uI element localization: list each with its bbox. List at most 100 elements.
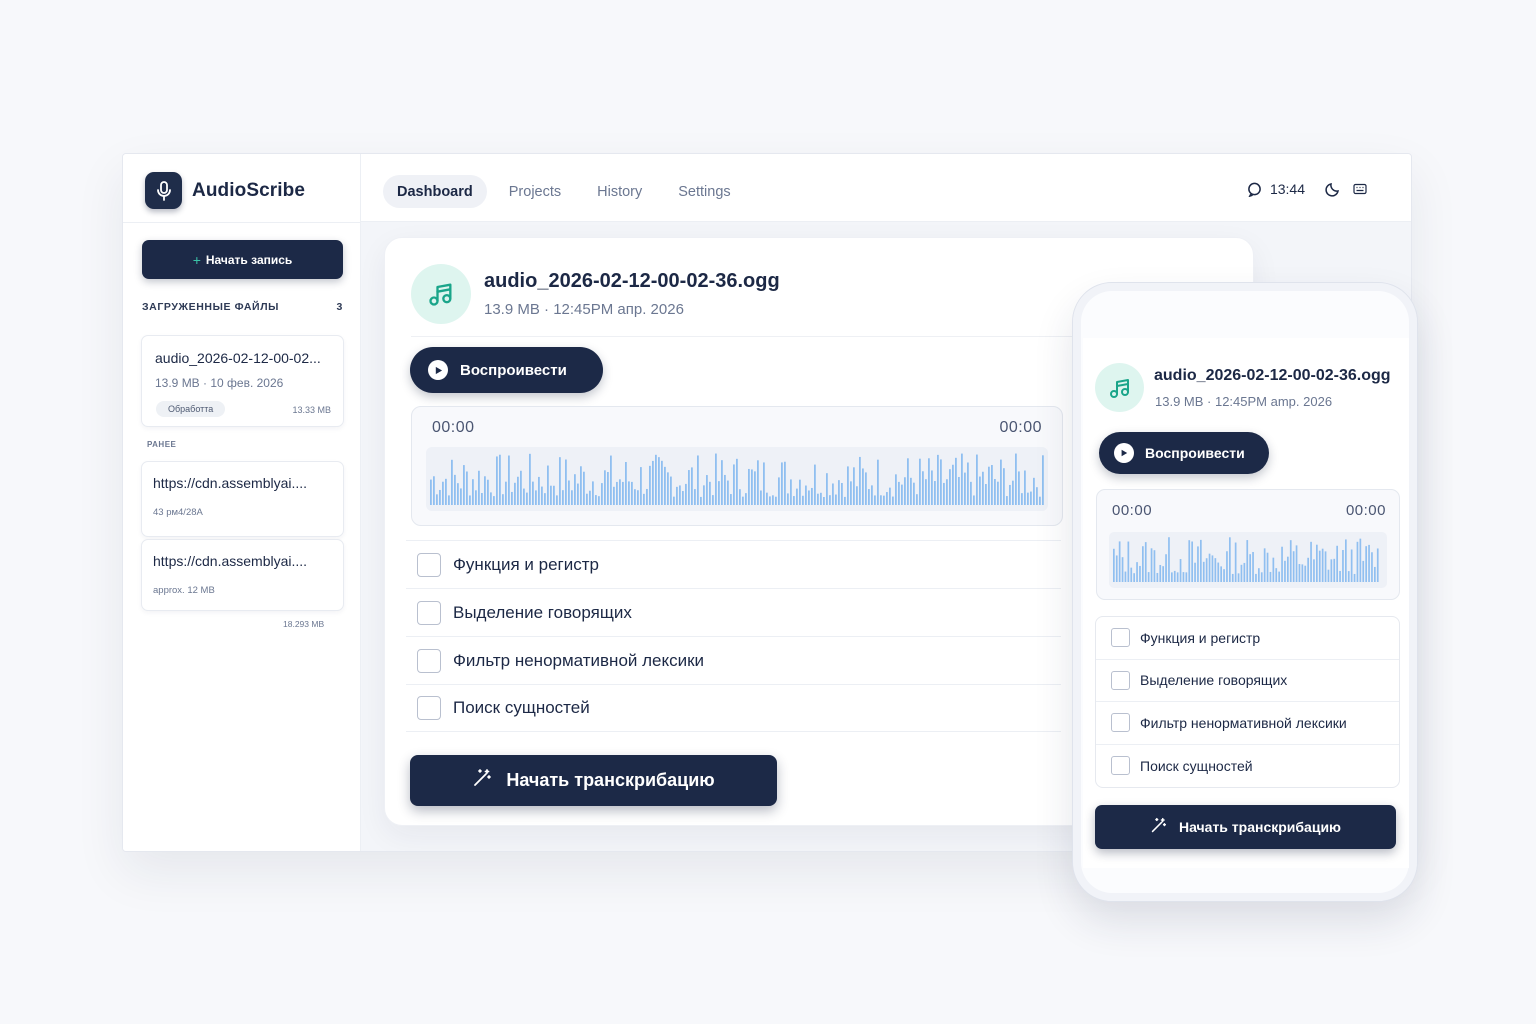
waveform-bar <box>1185 572 1188 582</box>
waveform-bar <box>1027 492 1029 505</box>
waveform-bar <box>1153 550 1156 582</box>
option-profanity-filter[interactable]: Фильтр ненормативной лексики <box>1096 702 1399 745</box>
waveform-bar <box>577 483 579 505</box>
waveform-bar <box>568 480 570 505</box>
waveform-bar <box>625 462 627 505</box>
checkbox[interactable] <box>417 696 441 720</box>
checkbox[interactable] <box>1111 670 1130 690</box>
waveform-bar <box>463 465 465 505</box>
waveform-bar <box>922 471 924 505</box>
waveform-bar <box>925 479 927 505</box>
waveform-bar <box>664 466 666 505</box>
mobile-file-title: audio_2026-02-12-00-02-36.ogg <box>1154 367 1391 384</box>
waveform-bar <box>769 496 771 505</box>
moon-icon[interactable] <box>1325 181 1341 197</box>
waveform-bar <box>1353 573 1356 582</box>
file-card[interactable]: https://cdn.assemblyai.... approx. 12 MB <box>141 539 344 611</box>
waveform-bar <box>544 493 546 505</box>
waveform-bar <box>1333 558 1336 582</box>
waveform-bar <box>1115 555 1118 582</box>
waveform-bar <box>841 482 843 505</box>
waveform-bar <box>901 484 903 505</box>
option-profanity-filter[interactable]: Фильтр ненормативной лексики <box>406 636 1061 684</box>
waveform-bar <box>499 454 501 505</box>
waveform-bar <box>439 489 441 505</box>
file-card-active[interactable]: audio_2026-02-12-00-02... 13.9 MB · 10 ф… <box>141 335 344 427</box>
waveform-bar <box>796 488 798 505</box>
waveform-bar <box>1156 572 1159 582</box>
waveform-bar <box>451 459 453 505</box>
waveform-bar <box>1118 541 1121 582</box>
checkbox[interactable] <box>417 552 441 577</box>
waveform-bar <box>613 486 615 505</box>
start-transcription-label: Начать транскрибацию <box>1178 819 1342 835</box>
waveform-bar <box>1260 572 1263 582</box>
waveform-bar <box>517 476 519 505</box>
waveform[interactable] <box>1109 532 1387 588</box>
waveform-bar <box>1036 487 1038 505</box>
option-label: Выделение говорящих <box>453 602 632 622</box>
tab-settings[interactable]: Settings <box>664 175 744 208</box>
waveform-bar <box>928 458 930 505</box>
waveform-bar <box>910 477 912 505</box>
waveform-bar <box>916 494 918 505</box>
checkbox[interactable] <box>1111 713 1130 733</box>
waveform-bar <box>586 493 588 505</box>
waveform[interactable] <box>426 447 1048 511</box>
waveform-bar <box>778 477 780 505</box>
time-total: 00:00 <box>1345 502 1386 519</box>
keyboard-icon[interactable] <box>1353 183 1367 195</box>
waveform-bar <box>1136 562 1138 582</box>
tab-projects[interactable]: Projects <box>495 175 575 208</box>
mobile-play-button[interactable]: Воспроивести <box>1099 432 1269 474</box>
waveform-bar <box>787 493 789 505</box>
checkbox[interactable] <box>1111 628 1130 648</box>
waveform-bar <box>1243 562 1246 582</box>
option-speaker-labels[interactable]: Выделение говорящих <box>1096 660 1399 702</box>
waveform-bar <box>865 472 867 505</box>
waveform-bar <box>1301 564 1304 582</box>
waveform-bar <box>1009 484 1011 505</box>
waveform-bar <box>808 490 810 505</box>
waveform-bar <box>1266 552 1269 582</box>
uploaded-files-label: ЗАГРУЖЕННЫЕ ФАЙЛЫ <box>142 301 280 313</box>
waveform-bar <box>1374 566 1376 582</box>
waveform-bar <box>1368 544 1370 582</box>
mobile-file-meta: 13.9 MB · 12:45PM amp. 2026 <box>1155 394 1333 409</box>
tab-dashboard[interactable]: Dashboard <box>383 175 487 208</box>
brand[interactable]: AudioScribe <box>145 172 305 209</box>
waveform-bar <box>532 481 534 505</box>
checkbox[interactable] <box>1111 756 1130 776</box>
waveform-bar <box>487 479 489 505</box>
option-entity-detection[interactable]: Поиск сущностей <box>406 684 1061 732</box>
waveform-bar <box>1015 453 1017 505</box>
waveform-bar <box>691 467 693 505</box>
mobile-start-transcription-button[interactable]: Начать транскрибацию <box>1095 805 1396 849</box>
waveform-bar <box>997 481 999 505</box>
option-entity-detection[interactable]: Поиск сущностей <box>1096 745 1399 788</box>
waveform-bar <box>1310 541 1312 582</box>
play-button[interactable]: Воспроивести <box>410 347 603 393</box>
file-url: https://cdn.assemblyai.... <box>153 475 308 491</box>
waveform-bar <box>1168 537 1170 582</box>
waveform-bar <box>595 495 597 505</box>
waveform-bar <box>667 472 669 505</box>
waveform-bar <box>790 479 792 505</box>
checkbox[interactable] <box>417 600 441 625</box>
option-formatting[interactable]: Функция и регистр <box>1096 617 1399 660</box>
file-card[interactable]: https://cdn.assemblyai.... 43 рм4/28А <box>141 461 344 537</box>
waveform-bar <box>1018 471 1020 505</box>
waveform-bar <box>514 482 516 505</box>
new-recording-button[interactable]: + Начать запись <box>142 240 343 279</box>
tab-history[interactable]: History <box>583 175 656 208</box>
waveform-bar <box>745 493 747 505</box>
waveform-bar <box>466 471 468 505</box>
waveform-bar <box>679 485 681 505</box>
option-formatting[interactable]: Функция и регистр <box>406 540 1061 588</box>
start-transcription-button[interactable]: Начать транскрибацию <box>410 755 777 806</box>
play-icon <box>428 360 448 380</box>
option-speaker-labels[interactable]: Выделение говорящих <box>406 588 1061 636</box>
checkbox[interactable] <box>417 648 441 673</box>
waveform-bar <box>601 483 603 505</box>
waveform-bar <box>826 473 828 505</box>
